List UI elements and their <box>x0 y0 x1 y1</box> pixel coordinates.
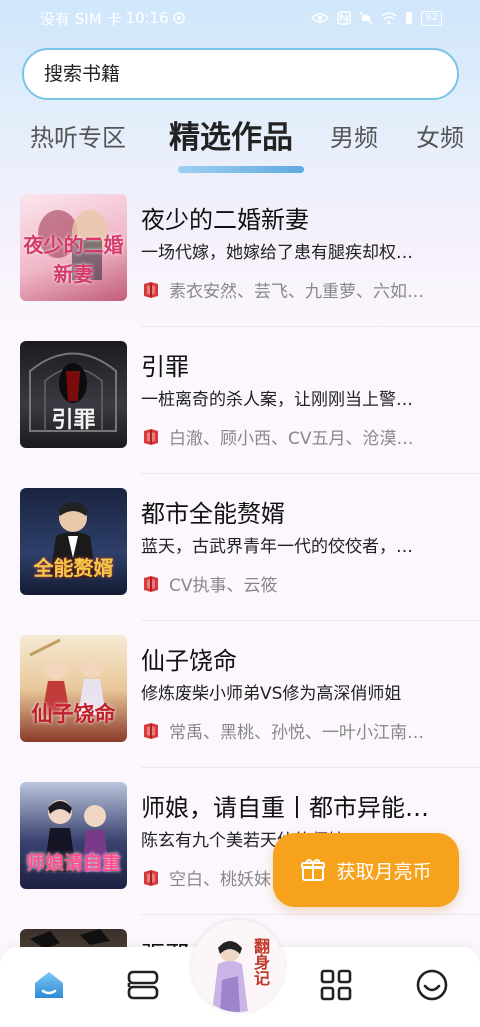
book-title[interactable]: 师娘，请自重丨都市异能… <box>141 788 429 823</box>
grid-icon[interactable] <box>318 967 354 1003</box>
category-tabs: 热听专区 精选作品 男频 女频 <box>0 108 480 178</box>
profile-icon[interactable] <box>414 967 450 1003</box>
book-title[interactable]: 仙子饶命 <box>141 641 237 676</box>
tab-male[interactable]: 男频 <box>330 118 378 153</box>
book-description: 一场代嫁，她嫁给了患有腿疾却权… <box>141 243 413 263</box>
author-icon <box>144 428 158 445</box>
author-icon <box>144 722 158 739</box>
book-authors: 素衣安然、芸飞、九重萝、六如… <box>141 277 456 302</box>
record-icon <box>172 12 185 24</box>
book-cover[interactable]: 夜少的二婚新妻 <box>20 194 127 301</box>
cover-title: 全能赘婿 <box>33 556 114 580</box>
book-cover[interactable]: 引罪 <box>20 341 127 448</box>
author-names: CV执事、云筱 <box>169 576 278 596</box>
list-item[interactable]: 仙子饶命 仙子饶命 修炼废柴小师弟VS修为高深俏师姐 常禹、黑桃、孙悦、一叶小江… <box>0 621 480 768</box>
author-names: 空白、桃妖妹… <box>169 870 288 890</box>
carrier-text: 没有 SIM 卡 <box>40 9 122 28</box>
list-item[interactable]: 夜少的二婚新妻 夜少的二婚新妻 一场代嫁，她嫁给了患有腿疾却权… 素衣安然、芸飞… <box>0 180 480 327</box>
nfc-icon <box>337 11 351 25</box>
book-description: 蓝天，古武界青年一代的佼佼者，… <box>141 537 413 557</box>
bookshelf-icon[interactable] <box>125 967 161 1003</box>
cover-title: 引罪 <box>51 408 96 433</box>
author-names: 白澈、顾小西、CV五月、沧漠… <box>169 429 414 449</box>
cover-title: 师娘请自重 <box>25 852 121 874</box>
clock: 10:16 <box>125 9 169 27</box>
book-cover[interactable]: 仙子饶命 <box>20 635 127 742</box>
search-bar[interactable] <box>22 48 459 100</box>
book-description: 一桩离奇的杀人案，让刚刚当上警… <box>141 390 413 410</box>
home-icon[interactable] <box>31 967 67 1003</box>
author-names: 素衣安然、芸飞、九重萝、六如… <box>169 282 424 302</box>
center-featured-disc[interactable]: 翻身记 <box>192 920 284 1012</box>
tab-hot-listen[interactable]: 热听专区 <box>30 118 126 153</box>
cover-title: 夜少的二婚新妻 <box>23 233 124 286</box>
signal-icon <box>406 12 413 24</box>
book-authors: 白澈、顾小西、CV五月、沧漠… <box>141 424 456 449</box>
search-input[interactable] <box>44 63 457 85</box>
disc-title: 翻身记 <box>251 938 270 986</box>
book-title[interactable]: 引罪 <box>141 347 189 382</box>
list-item[interactable]: 引罪 引罪 一桩离奇的杀人案，让刚刚当上警… 白澈、顾小西、CV五月、沧漠… <box>0 327 480 474</box>
author-icon <box>144 575 158 592</box>
battery-level: 92 <box>421 10 442 26</box>
book-cover[interactable]: 师娘请自重 <box>20 782 127 889</box>
cta-label: 获取月亮币 <box>336 860 432 883</box>
eye-icon <box>311 13 330 23</box>
author-names: 常禹、黑桃、孙悦、一叶小江南… <box>169 723 424 743</box>
book-title[interactable]: 夜少的二婚新妻 <box>141 200 309 235</box>
active-tab-indicator <box>178 166 304 173</box>
status-bar: 没有 SIM 卡 10:16 92 <box>0 0 480 36</box>
book-description: 修炼废柴小师弟VS修为高深俏师姐 <box>141 684 402 704</box>
gift-icon <box>301 858 326 881</box>
list-item[interactable]: 全能赘婿 都市全能赘婿 蓝天，古武界青年一代的佼佼者，… CV执事、云筱 <box>0 474 480 621</box>
cover-title: 仙子饶命 <box>31 702 116 726</box>
book-authors: CV执事、云筱 <box>141 571 456 596</box>
mute-icon <box>359 11 373 25</box>
wifi-icon <box>381 11 397 25</box>
tab-female[interactable]: 女频 <box>416 118 464 153</box>
tab-featured[interactable]: 精选作品 <box>169 112 293 157</box>
book-title[interactable]: 都市全能赘婿 <box>141 494 285 529</box>
author-icon <box>144 869 158 886</box>
get-moon-coins-button[interactable]: 获取月亮币 <box>273 833 459 907</box>
book-cover[interactable]: 全能赘婿 <box>20 488 127 595</box>
book-authors: 常禹、黑桃、孙悦、一叶小江南… <box>141 718 456 743</box>
author-icon <box>144 281 158 298</box>
